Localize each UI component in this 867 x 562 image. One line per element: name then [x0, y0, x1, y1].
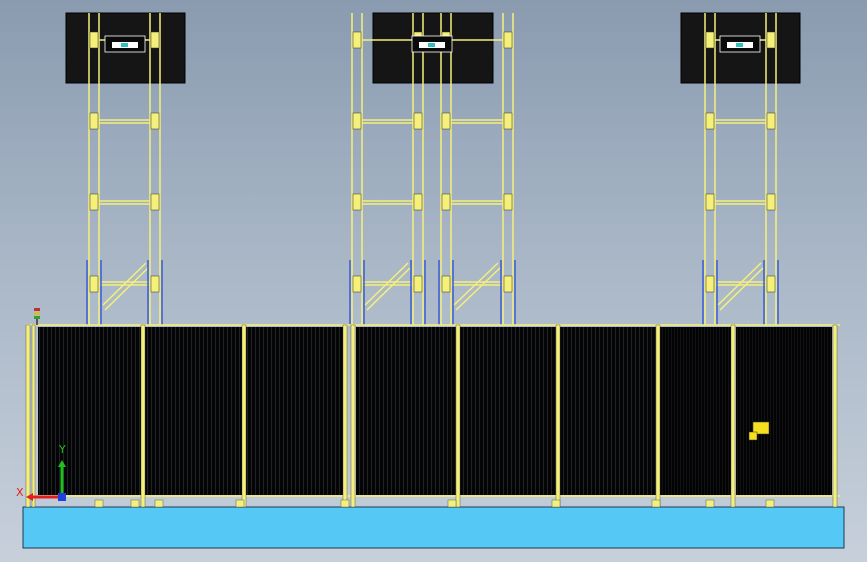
tower-left-head	[104, 35, 146, 53]
tower-right	[680, 12, 801, 325]
guard-panel-4	[356, 327, 456, 495]
axis-z	[58, 493, 66, 501]
cad-viewport[interactable]: X Y	[0, 0, 867, 562]
signal-light	[34, 308, 40, 325]
guard-panel-3	[246, 327, 346, 495]
guard-panel-2	[145, 327, 243, 495]
tower-left	[65, 12, 186, 325]
axis-y-label: Y	[59, 443, 66, 456]
guard-panel-7	[660, 327, 733, 495]
safety-guard	[25, 308, 840, 508]
guard-panel-1	[38, 327, 142, 495]
guard-panel-8	[736, 327, 832, 495]
guard-feet	[94, 499, 775, 508]
base-plinth	[22, 506, 845, 549]
guard-panel-6	[559, 327, 657, 495]
tower-middle	[349, 12, 516, 325]
tower-middle-head	[411, 35, 453, 53]
tower-right-head	[719, 35, 761, 53]
axis-x-label: X	[16, 486, 24, 499]
machine-drawing	[22, 12, 845, 549]
guard-panel-5	[459, 327, 556, 495]
